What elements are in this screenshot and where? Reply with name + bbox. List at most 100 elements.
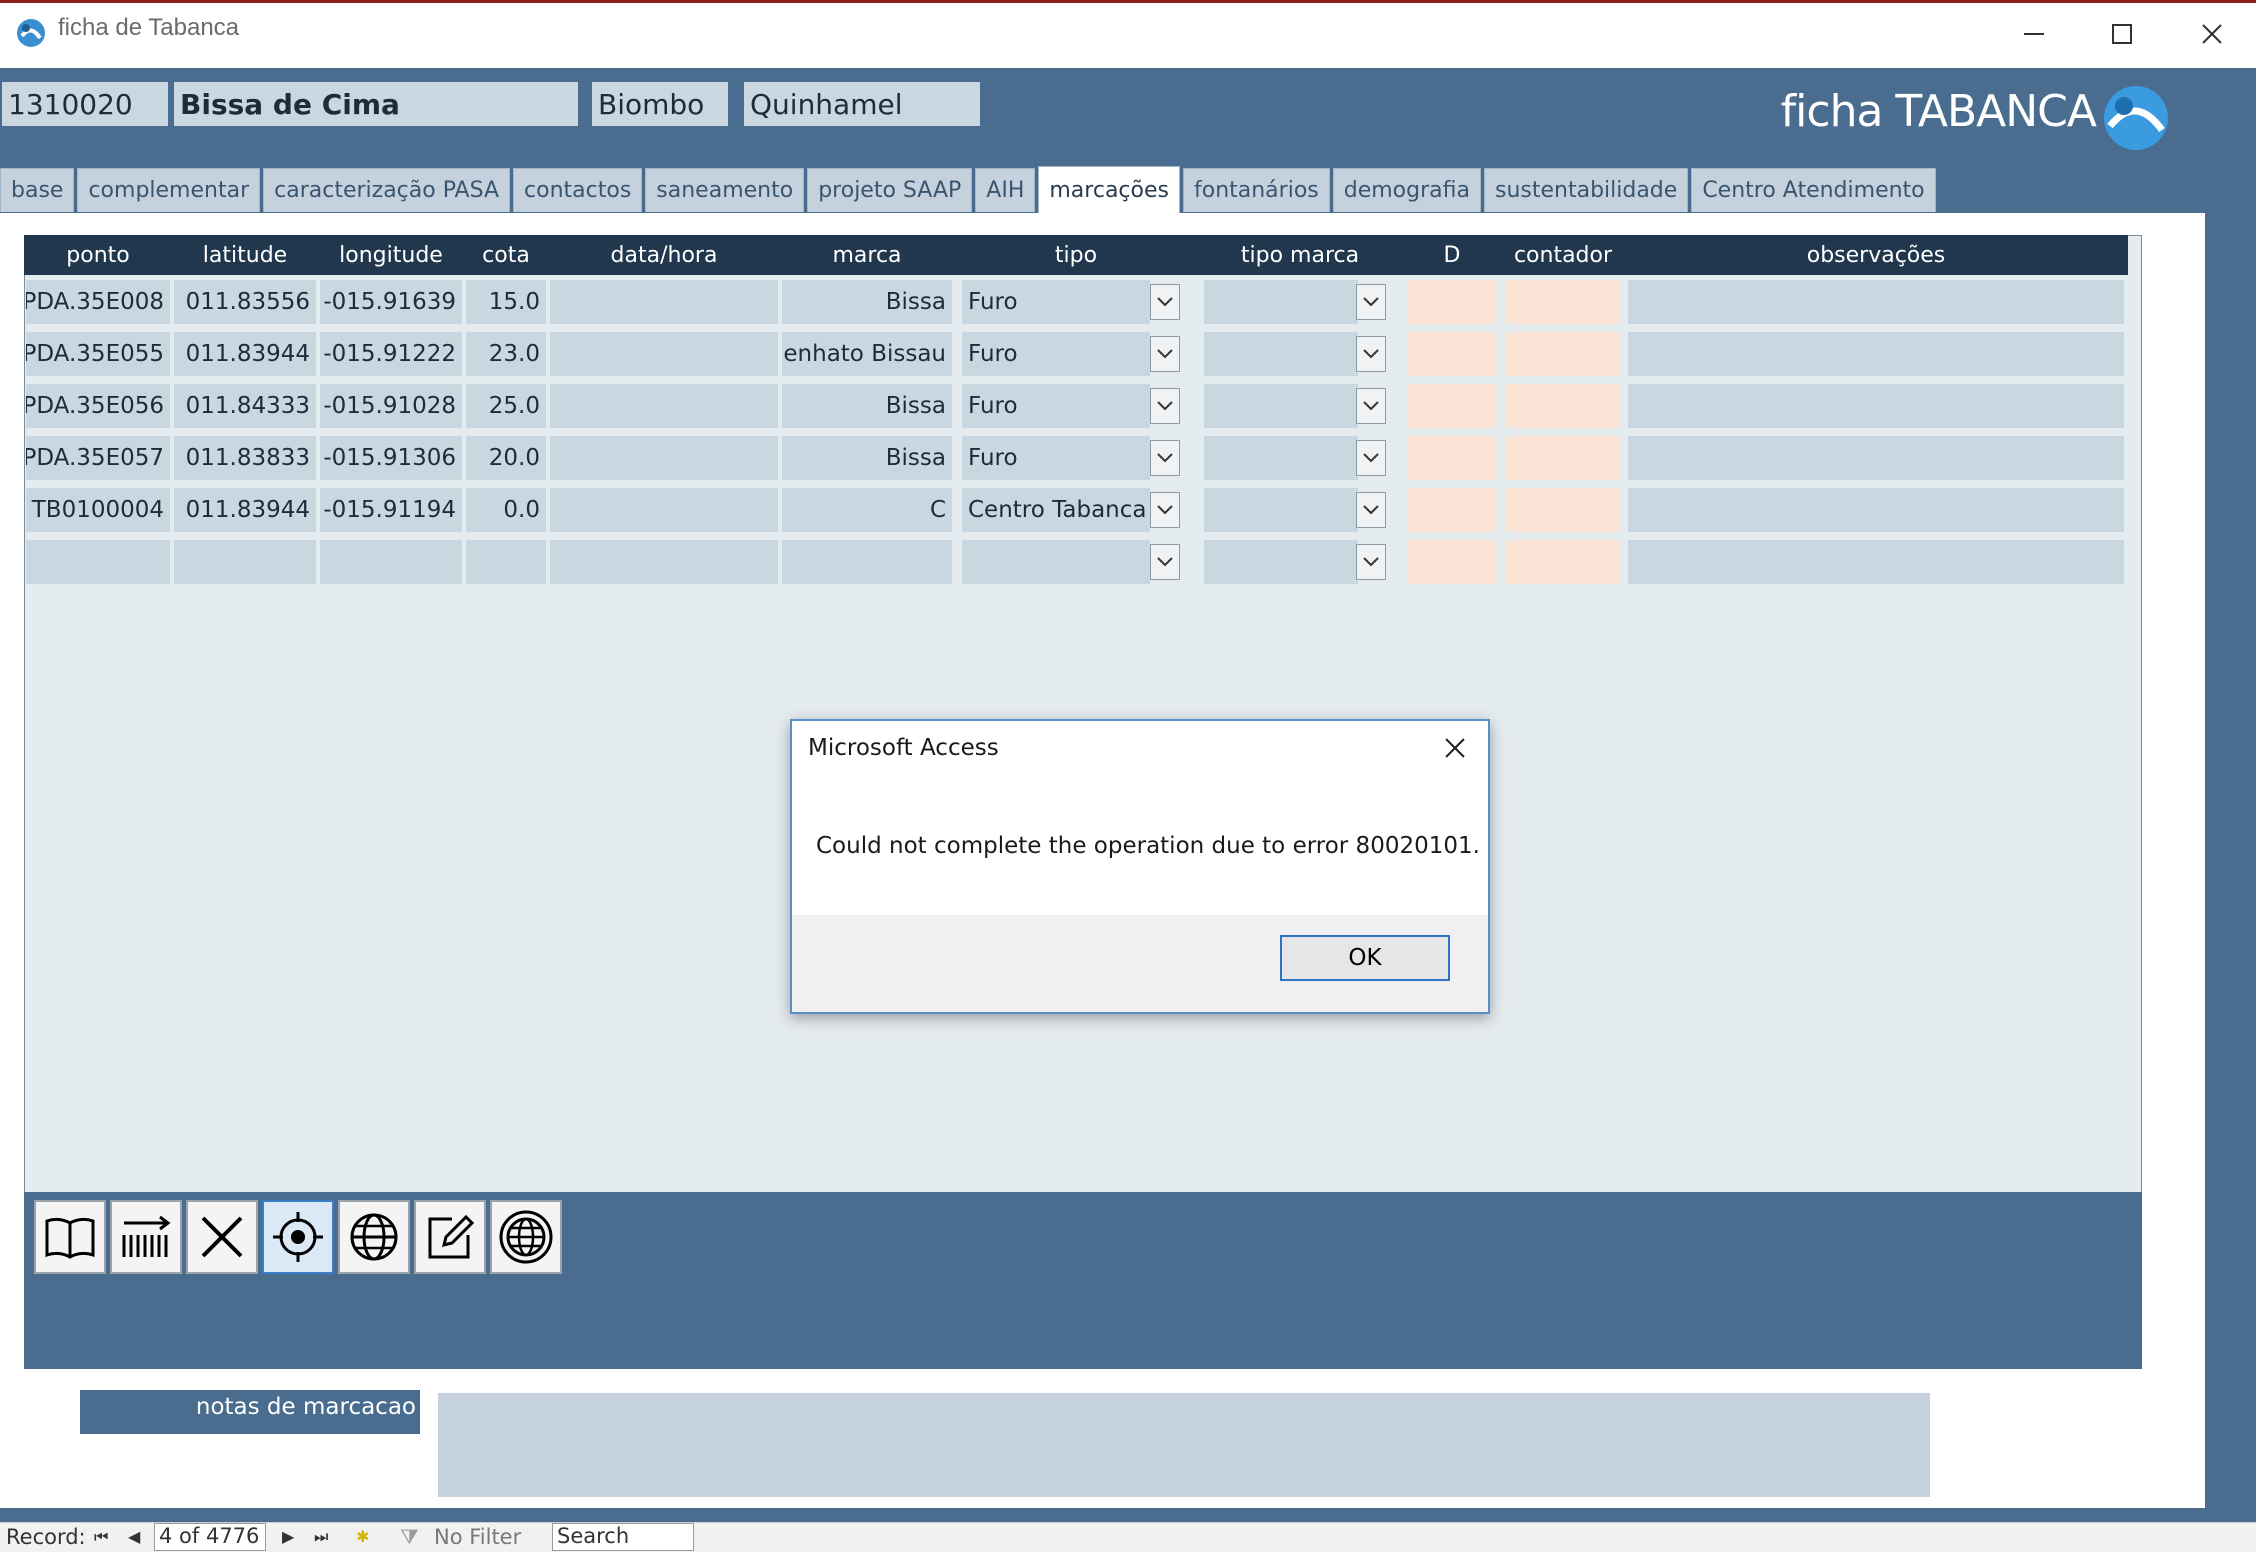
cell-observacoes[interactable] [1628,332,2124,376]
cell-latitude[interactable]: 011.83833 [174,436,316,480]
edit-button[interactable] [414,1200,486,1274]
web-button[interactable] [490,1200,562,1274]
cell-contador[interactable] [1506,332,1620,376]
cell-contador[interactable] [1506,488,1620,532]
cell-cota[interactable] [466,540,546,584]
book-button[interactable] [34,1200,106,1274]
tab-contactos[interactable]: contactos [513,168,643,212]
dialog-close-button[interactable] [1438,731,1472,765]
first-record-button[interactable]: ⏮ [94,1527,108,1547]
cell-data-hora[interactable] [550,488,778,532]
column-header[interactable]: cota [466,235,546,275]
cell-tipo-marca[interactable] [1204,540,1358,584]
cell-tipo[interactable]: Furo [962,332,1150,376]
cell-d[interactable] [1408,540,1496,584]
tab-saneamento[interactable]: saneamento [645,168,805,212]
cell-latitude[interactable]: 011.83556 [174,280,316,324]
cell-longitude[interactable]: -015.91028 [320,384,462,428]
column-header[interactable]: longitude [320,235,462,275]
cell-tipo-marca[interactable] [1204,384,1358,428]
column-header[interactable]: marca [782,235,952,275]
tabanca-code-field[interactable]: 1310020 [2,82,168,126]
cell-cota[interactable]: 20.0 [466,436,546,480]
dropdown-button[interactable] [1356,492,1386,528]
cell-marca[interactable]: enhato Bissau [782,332,952,376]
cell-contador[interactable] [1506,384,1620,428]
previous-record-button[interactable]: ◀ [128,1527,140,1546]
new-record-button[interactable]: ✱ [356,1527,369,1546]
cell-ponto[interactable]: PDA.35E008 [26,280,170,324]
tab-complementar[interactable]: complementar [77,168,261,212]
cell-data-hora[interactable] [550,280,778,324]
cell-longitude[interactable]: -015.91194 [320,488,462,532]
cell-observacoes[interactable] [1628,384,2124,428]
cell-ponto[interactable]: TB0100004 [26,488,170,532]
cell-tipo-marca[interactable] [1204,436,1358,480]
tabanca-name-field[interactable]: Bissa de Cima [174,82,578,126]
column-header[interactable]: data/hora [550,235,778,275]
ok-button[interactable]: OK [1280,935,1450,981]
cell-cota[interactable]: 23.0 [466,332,546,376]
filter-status[interactable]: No Filter [434,1525,521,1549]
cell-marca[interactable]: C [782,488,952,532]
cell-tipo[interactable]: Furo [962,436,1150,480]
column-header[interactable]: D [1408,235,1496,275]
cell-observacoes[interactable] [1628,280,2124,324]
tab-aih[interactable]: AIH [975,168,1036,212]
cell-data-hora[interactable] [550,540,778,584]
cell-cota[interactable]: 15.0 [466,280,546,324]
cell-d[interactable] [1408,332,1496,376]
cell-contador[interactable] [1506,540,1620,584]
notes-textarea[interactable] [438,1393,1930,1497]
cell-marca[interactable] [782,540,952,584]
tab-fontanarios[interactable]: fontanários [1182,168,1330,212]
cell-contador[interactable] [1506,280,1620,324]
dropdown-button[interactable] [1150,544,1180,580]
cell-d[interactable] [1408,384,1496,428]
cell-latitude[interactable]: 011.84333 [174,384,316,428]
dropdown-button[interactable] [1356,440,1386,476]
cell-tipo[interactable] [962,540,1150,584]
cell-observacoes[interactable] [1628,488,2124,532]
cell-data-hora[interactable] [550,384,778,428]
column-header[interactable]: tipo [962,235,1190,275]
locate-button[interactable] [262,1200,334,1274]
next-record-button[interactable]: ▶ [282,1527,294,1546]
cell-cota[interactable]: 0.0 [466,488,546,532]
cell-longitude[interactable]: -015.91306 [320,436,462,480]
cell-tipo-marca[interactable] [1204,280,1358,324]
cell-longitude[interactable] [320,540,462,584]
tab-demografia[interactable]: demografia [1332,168,1481,212]
cell-tipo[interactable]: Furo [962,384,1150,428]
cell-latitude[interactable]: 011.83944 [174,488,316,532]
dropdown-button[interactable] [1150,284,1180,320]
cell-data-hora[interactable] [550,436,778,480]
cell-tipo-marca[interactable] [1204,488,1358,532]
cell-d[interactable] [1408,436,1496,480]
cell-cota[interactable]: 25.0 [466,384,546,428]
dropdown-button[interactable] [1150,388,1180,424]
cell-tipo[interactable]: Centro Tabanca [962,488,1150,532]
dropdown-button[interactable] [1356,388,1386,424]
tab-sustentabilidade[interactable]: sustentabilidade [1483,168,1689,212]
cell-d[interactable] [1408,280,1496,324]
cell-marca[interactable]: Bissa [782,384,952,428]
record-position-input[interactable]: 4 of 4776 [154,1523,266,1551]
barcode-button[interactable] [110,1200,182,1274]
column-header[interactable]: ponto [26,235,170,275]
tab-base[interactable]: base [0,168,75,212]
cell-d[interactable] [1408,488,1496,532]
column-header[interactable]: contador [1506,235,1620,275]
column-header[interactable]: observações [1628,235,2124,275]
cell-marca[interactable]: Bissa [782,436,952,480]
cell-observacoes[interactable] [1628,540,2124,584]
tab-caracterizacao-pasa[interactable]: caracterização PASA [263,168,511,212]
maximize-button[interactable] [2076,0,2168,68]
sector-field[interactable]: Quinhamel [744,82,980,126]
cell-data-hora[interactable] [550,332,778,376]
region-field[interactable]: Biombo [592,82,728,126]
cell-ponto[interactable]: PDA.35E055 [26,332,170,376]
column-header[interactable]: tipo marca [1204,235,1396,275]
cell-latitude[interactable] [174,540,316,584]
minimize-button[interactable] [1988,0,2080,68]
